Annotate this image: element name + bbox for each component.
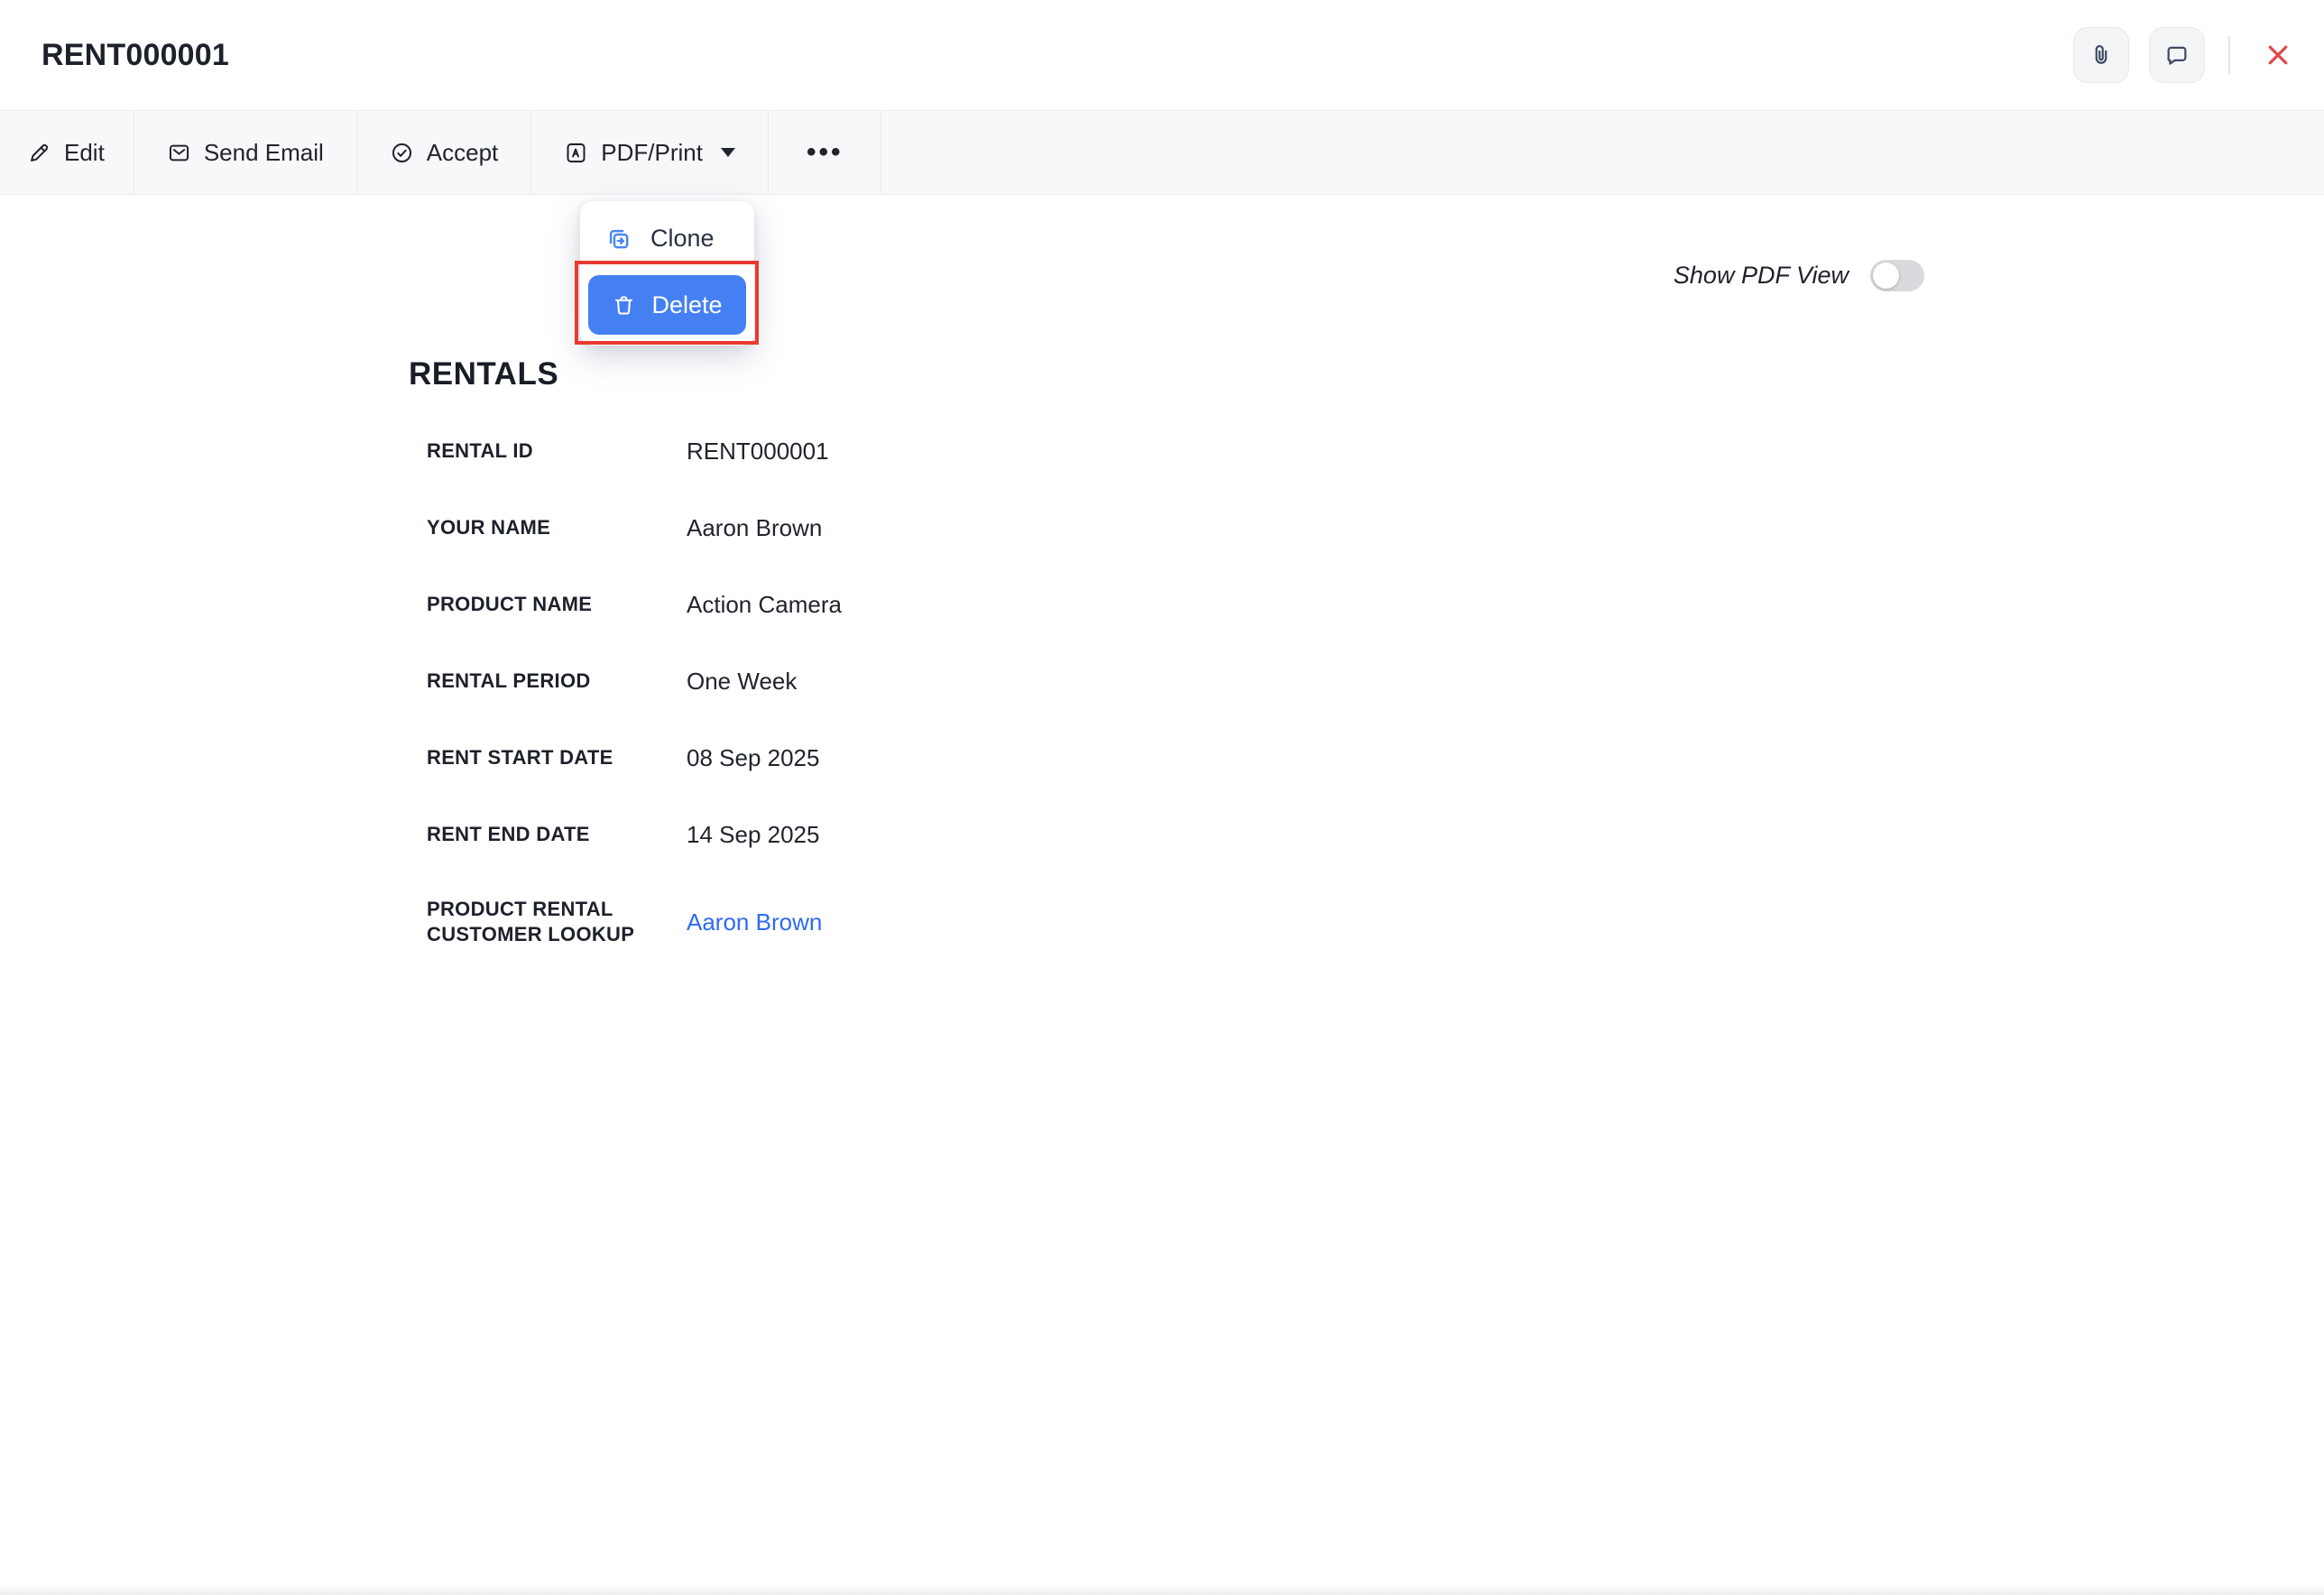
field-value: Aaron Brown [687,514,822,542]
pdf-view-toggle-row: Show PDF View [1674,260,1924,291]
field-label: RENTAL ID [427,438,687,464]
header-actions [2073,0,2302,110]
record-detail-screen: RENT000001 [0,0,2324,1595]
menu-item-clone[interactable]: Clone [580,207,754,270]
field-value: One Week [687,668,797,696]
field-label: RENT START DATE [427,745,687,770]
page-title: RENT000001 [42,38,229,73]
toolbar: Edit Send Email Accept [0,111,2324,195]
pencil-icon [27,141,51,165]
field-row-customer-lookup: PRODUCT RENTAL CUSTOMER LOOKUP Aaron Bro… [427,873,1076,971]
customer-lookup-link[interactable]: Aaron Brown [687,908,822,936]
field-value: 08 Sep 2025 [687,744,819,772]
field-row-rental-period: RENTAL PERIOD One Week [427,643,1076,720]
bottom-fade [0,1583,2324,1595]
close-x-icon [2264,41,2292,69]
field-label: PRODUCT RENTAL CUSTOMER LOOKUP [427,897,687,947]
header-divider [2228,36,2230,74]
field-label: RENT END DATE [427,822,687,847]
clone-label: Clone [650,225,715,253]
field-label: YOUR NAME [427,515,687,540]
field-list: RENTAL ID RENT000001 YOUR NAME Aaron Bro… [427,413,1076,971]
toggle-knob [1873,263,1899,289]
accept-button[interactable]: Accept [357,111,532,194]
pdf-print-label: PDF/Print [601,139,703,167]
field-label: PRODUCT NAME [427,592,687,617]
field-value: 14 Sep 2025 [687,821,819,849]
ellipsis-icon: ••• [807,137,844,168]
edit-label: Edit [64,139,105,167]
field-value: Action Camera [687,591,842,619]
send-email-button[interactable]: Send Email [134,111,357,194]
field-row-rent-end-date: RENT END DATE 14 Sep 2025 [427,797,1076,873]
attachment-button[interactable] [2073,27,2129,83]
field-value: RENT000001 [687,438,829,466]
field-row-rent-start-date: RENT START DATE 08 Sep 2025 [427,720,1076,797]
pdf-document-icon [564,141,588,165]
field-row-product-name: PRODUCT NAME Action Camera [427,567,1076,643]
comment-bubble-icon [2164,42,2190,68]
accept-label: Accept [427,139,499,167]
close-button[interactable] [2254,31,2302,79]
chevron-down-icon [721,148,735,157]
paperclip-icon [2089,42,2114,68]
pdf-view-toggle-label: Show PDF View [1674,262,1849,290]
check-circle-icon [390,141,414,165]
more-actions-menu: Clone Delete [580,201,754,346]
field-row-rental-id: RENTAL ID RENT000001 [427,413,1076,490]
send-email-label: Send Email [204,139,324,167]
envelope-icon [167,141,191,165]
pdf-print-button[interactable]: PDF/Print [531,111,769,194]
pdf-view-toggle-switch[interactable] [1870,260,1924,291]
delete-label: Delete [651,291,722,319]
field-label: RENTAL PERIOD [427,668,687,694]
section-title: RENTALS [409,356,558,392]
header: RENT000001 [0,0,2324,111]
menu-item-delete[interactable]: Delete [588,275,746,335]
clone-icon [604,225,632,253]
trash-icon [612,293,636,318]
more-actions-button[interactable]: ••• [769,111,882,194]
edit-button[interactable]: Edit [0,111,134,194]
comments-button[interactable] [2149,27,2205,83]
field-row-your-name: YOUR NAME Aaron Brown [427,490,1076,567]
